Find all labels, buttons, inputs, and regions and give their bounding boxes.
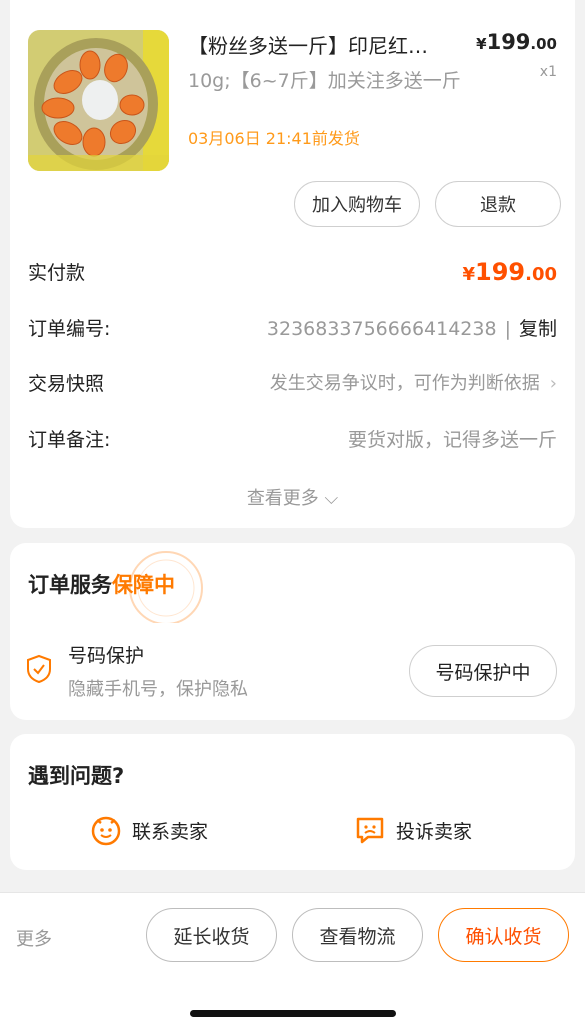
paid-label: 实付款 — [28, 262, 86, 284]
order-number-value: 3236833756666414238 — [266, 318, 497, 340]
number-protection-button[interactable]: 号码保护中 — [409, 645, 557, 697]
add-to-cart-button[interactable]: 加入购物车 — [294, 181, 420, 227]
home-indicator[interactable] — [190, 1010, 396, 1017]
product-spec: 10g;【6~7斤】加关注多送一斤 — [188, 70, 461, 92]
order-detail-card: 【粉丝多送一斤】印尼红… ¥199.00 x1 10g;【6~7斤】加关注多送一… — [10, 0, 575, 528]
see-more-button[interactable]: 查看更多 ⌵ — [10, 484, 575, 510]
snapshot-link[interactable]: 发生交易争议时，可作为判断依据 › — [270, 369, 557, 395]
price-decimal: .00 — [530, 35, 557, 53]
remark-value: 要货对版，记得多送一斤 — [347, 429, 557, 451]
complain-seller-label: 投诉卖家 — [396, 820, 473, 843]
help-card: 遇到问题? 联系卖家 投诉卖家 — [10, 734, 575, 870]
product-price: ¥199.00 — [476, 30, 557, 54]
service-card: 订单服务保障中 号码保护 隐藏手机号，保护隐私 号码保护中 — [10, 543, 575, 720]
copy-button[interactable]: 复制 — [519, 318, 557, 340]
smiley-chat-icon — [91, 816, 121, 846]
confirm-receipt-button[interactable]: 确认收货 — [438, 908, 569, 962]
price-symbol: ¥ — [476, 35, 487, 53]
complaint-chat-icon — [356, 817, 384, 844]
paid-amount: ¥199.00 — [462, 258, 557, 286]
more-button[interactable]: 更多 — [16, 925, 52, 951]
contact-seller-label: 联系卖家 — [132, 820, 209, 843]
snapshot-label: 交易快照 — [28, 373, 105, 395]
extend-receipt-button[interactable]: 延长收货 — [146, 908, 277, 962]
order-number-row: 3236833756666414238 | 复制 — [267, 314, 557, 341]
ship-deadline: 03月06日 21:41前发货 — [188, 129, 360, 148]
jackfruit-photo — [28, 30, 169, 171]
order-number-label: 订单编号: — [28, 318, 111, 340]
remark-label: 订单备注: — [28, 429, 111, 451]
paid-decimal: .00 — [525, 264, 557, 285]
chevron-right-icon: › — [549, 373, 557, 394]
shield-check-icon — [27, 654, 51, 684]
service-title-prefix: 订单服务 — [28, 573, 112, 597]
product-quantity: x1 — [539, 64, 557, 80]
paid-integer: 199 — [475, 258, 526, 286]
copy-separator: | — [504, 318, 511, 340]
service-title: 订单服务保障中 — [28, 569, 175, 599]
bottom-action-bar: 更多 延长收货 查看物流 确认收货 — [0, 892, 585, 1030]
refund-button[interactable]: 退款 — [435, 181, 561, 227]
paid-symbol: ¥ — [462, 264, 475, 285]
service-item-name: 号码保护 — [68, 645, 145, 667]
product-image[interactable] — [28, 30, 169, 171]
view-logistics-button[interactable]: 查看物流 — [292, 908, 423, 962]
snapshot-value: 发生交易争议时，可作为判断依据 — [269, 373, 540, 394]
help-title: 遇到问题? — [28, 764, 125, 788]
service-title-highlight: 保障中 — [112, 573, 175, 597]
service-item-desc: 隐藏手机号，保护隐私 — [68, 679, 248, 700]
contact-seller-button[interactable]: 联系卖家 — [90, 814, 208, 846]
product-title[interactable]: 【粉丝多送一斤】印尼红… — [188, 30, 478, 59]
complain-seller-button[interactable]: 投诉卖家 — [354, 814, 472, 846]
price-integer: 199 — [486, 30, 531, 54]
